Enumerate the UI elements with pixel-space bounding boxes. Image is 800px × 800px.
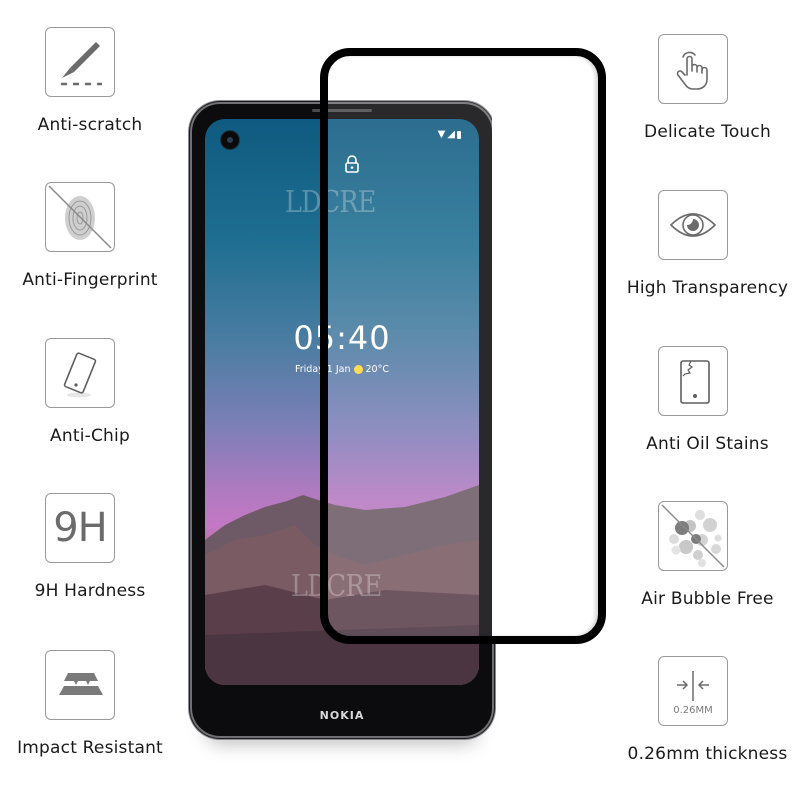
feature-delicate-touch: Delicate Touch — [615, 34, 800, 142]
fingerprint-crossed-icon — [45, 182, 115, 252]
feature-anti-oil-stains: Anti Oil Stains — [615, 346, 800, 454]
thickness-icon: 0.26MM — [658, 656, 728, 726]
layers-icon — [45, 650, 115, 720]
tilted-phone-icon — [45, 338, 115, 408]
feature-anti-chip: Anti-Chip — [0, 338, 180, 446]
hand-touch-icon — [658, 34, 728, 104]
cracked-phone-icon — [658, 346, 728, 416]
feature-thickness: 0.26MM 0.26mm thickness — [615, 656, 800, 764]
feature-label: High Transparency — [626, 278, 789, 298]
volume-button — [188, 350, 191, 388]
scalpel-icon — [45, 27, 115, 97]
screen-protector-film — [320, 48, 606, 644]
feature-label: Anti Oil Stains — [646, 434, 769, 454]
feature-label: Anti-Chip — [50, 426, 130, 446]
9h-icon-text: 9H — [53, 505, 108, 551]
thickness-icon-text: 0.26MM — [673, 704, 713, 716]
brand-logo: NOKIA — [319, 709, 365, 722]
eye-icon — [658, 190, 728, 260]
feature-impact-resistant: Impact Resistant — [0, 650, 180, 758]
feature-label: 9H Hardness — [34, 581, 146, 601]
feature-label: Delicate Touch — [644, 122, 771, 142]
feature-label: 0.26mm thickness — [627, 744, 788, 764]
feature-air-bubble-free: Air Bubble Free — [615, 501, 800, 609]
feature-label: Impact Resistant — [17, 738, 163, 758]
feature-label: Anti-scratch — [37, 115, 143, 135]
feature-high-transparency: High Transparency — [615, 190, 800, 298]
feature-anti-scratch: Anti-scratch — [0, 27, 180, 135]
feature-anti-fingerprint: Anti-Fingerprint — [0, 182, 180, 290]
feature-label: Anti-Fingerprint — [22, 270, 158, 290]
front-camera — [221, 131, 239, 149]
bubbles-crossed-icon — [658, 501, 728, 571]
feature-9h-hardness: 9H 9H Hardness — [0, 493, 180, 601]
9h-icon: 9H — [45, 493, 115, 563]
feature-label: Air Bubble Free — [641, 589, 774, 609]
